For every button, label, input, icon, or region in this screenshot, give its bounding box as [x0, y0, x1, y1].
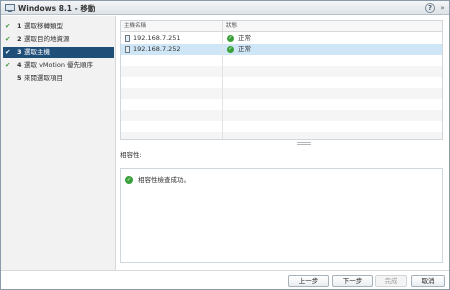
host-icon: [125, 35, 130, 42]
step-label: 選取目的地資源: [24, 35, 70, 43]
step-3[interactable]: ✔ 3 選取主機: [3, 47, 114, 58]
step-label: 選取主機: [24, 48, 50, 56]
ok-status-icon: ✓: [227, 35, 234, 42]
migrate-dialog: Windows 8.1 - 移動 ? » ✔ 1 選取移轉類型 ✔ 2 選取目的…: [0, 0, 450, 290]
step-2[interactable]: ✔ 2 選取目的地資源: [3, 34, 114, 45]
empty-row: [121, 66, 442, 77]
step-number: 3: [17, 48, 22, 56]
column-header-status[interactable]: 狀態: [226, 21, 237, 32]
vm-icon: [5, 4, 15, 12]
next-button[interactable]: 下一步: [332, 275, 373, 287]
column-header-host-name[interactable]: 主機名稱: [124, 21, 146, 32]
back-button[interactable]: 上一步: [288, 275, 329, 287]
check-icon: ✔: [5, 61, 11, 69]
wizard-footer: 上一步 下一步 完成 取消: [1, 270, 449, 289]
title-bar: Windows 8.1 - 移動 ? »: [1, 1, 449, 15]
step-number: 1: [17, 22, 22, 30]
empty-row: [121, 110, 442, 121]
compatibility-label: 相容性:: [120, 151, 142, 159]
step-number: 5: [17, 74, 22, 82]
table-row-selected[interactable]: 192.168.7.252 ✓ 正常: [121, 44, 442, 55]
step-4[interactable]: ✔ 4 選取 vMotion 優先順序: [3, 60, 114, 71]
finish-button[interactable]: 完成: [375, 275, 407, 287]
cancel-button[interactable]: 取消: [411, 275, 445, 287]
success-icon: ✓: [125, 176, 133, 184]
host-name: 192.168.7.251: [133, 34, 181, 42]
check-icon: ✔: [5, 22, 11, 30]
host-name: 192.168.7.252: [133, 45, 181, 53]
host-status: 正常: [238, 34, 251, 42]
expand-icon[interactable]: »: [438, 4, 447, 13]
hosts-table: 主機名稱 狀態 192.168.7.251 ✓ 正常 192.168.7.252…: [120, 20, 443, 140]
compatibility-message: 相容性檢查成功。: [138, 176, 190, 184]
wizard-steps-sidebar: ✔ 1 選取移轉類型 ✔ 2 選取目的地資源 ✔ 3 選取主機 ✔ 4 選取 v…: [1, 16, 116, 270]
step-label: 選取移轉類型: [24, 22, 63, 30]
check-icon: ✔: [5, 48, 11, 56]
step-1[interactable]: ✔ 1 選取移轉類型: [3, 21, 114, 32]
step-number: 2: [17, 35, 22, 43]
table-row[interactable]: 192.168.7.251 ✓ 正常: [121, 33, 442, 44]
step-label: 選取 vMotion 優先順序: [24, 61, 94, 69]
table-header: 主機名稱 狀態: [121, 21, 442, 32]
ok-status-icon: ✓: [227, 46, 234, 53]
compatibility-panel: ✓ 相容性檢查成功。: [120, 168, 443, 263]
help-icon[interactable]: ?: [425, 3, 435, 13]
check-icon: ✔: [5, 35, 11, 43]
column-separator: [222, 32, 223, 139]
pane-splitter-handle[interactable]: [297, 142, 311, 145]
host-icon: [125, 46, 130, 53]
step-5[interactable]: 5 來閱選取項目: [3, 73, 114, 84]
step-label: 來閱選取項目: [24, 74, 63, 82]
dialog-title: Windows 8.1 - 移動: [18, 4, 96, 13]
empty-row: [121, 88, 442, 99]
column-divider[interactable]: [222, 21, 223, 32]
host-status: 正常: [238, 45, 251, 53]
step-number: 4: [17, 61, 22, 69]
empty-row: [121, 132, 442, 139]
